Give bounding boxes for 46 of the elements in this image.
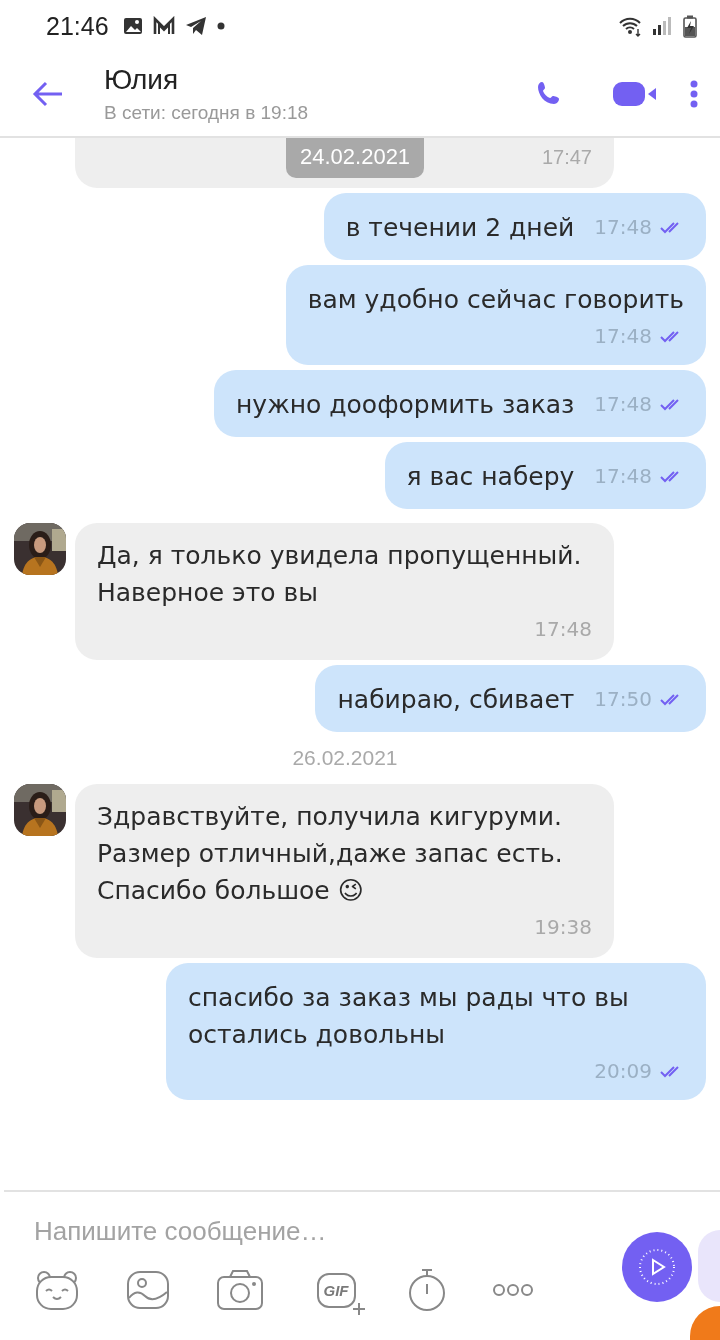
- bear-face-icon: [34, 1269, 80, 1311]
- gallery-button[interactable]: [126, 1270, 170, 1310]
- online-status: В сети: сегодня в 19:18: [104, 102, 310, 124]
- stopwatch-icon: [408, 1268, 446, 1312]
- more-icon: [492, 1283, 534, 1297]
- status-time: 21:46: [46, 11, 109, 41]
- more-options-icon: [690, 80, 698, 108]
- signal-icon: [652, 15, 672, 37]
- message-text: спасибо за заказ мы рады что вы остались довольны: [188, 982, 630, 1051]
- message-input[interactable]: Напишите сообщение…: [34, 1214, 574, 1248]
- battery-icon: [682, 14, 698, 38]
- message-time: 19:38: [534, 914, 592, 941]
- back-arrow-icon: [32, 79, 64, 109]
- play-icon: [637, 1247, 677, 1287]
- more-button[interactable]: [492, 1283, 534, 1297]
- sticker-button[interactable]: [34, 1269, 80, 1311]
- camera-icon: [216, 1269, 264, 1311]
- plus-icon: [352, 1302, 366, 1316]
- video-call-button[interactable]: [612, 80, 656, 108]
- message-text: Да, я только увидела пропущенный. Наверное это вы: [97, 540, 583, 609]
- message-time: 17:47: [541, 146, 592, 169]
- timer-button[interactable]: [408, 1268, 446, 1312]
- gif-button[interactable]: GIF: [310, 1266, 362, 1314]
- mail-icon: [152, 16, 175, 36]
- image-icon: [122, 16, 143, 36]
- message-text: я вас наберу: [406, 461, 575, 493]
- message-text: Здравствуйте, получила кигуруми. Размер отличный,даже запас есть. Спасибо большое 😉: [97, 801, 564, 907]
- image-icon: [126, 1270, 170, 1310]
- contact-name: Юлия: [104, 64, 180, 96]
- button-edge: [698, 1230, 720, 1302]
- date-separator: 26.02.2021: [292, 746, 398, 770]
- date-chip: 24.02.2021: [286, 138, 425, 178]
- back-button[interactable]: [32, 79, 64, 109]
- message-text: нужно дооформить заказ: [236, 389, 575, 421]
- video-camera-icon: [612, 80, 656, 108]
- message-text: набираю, сбивает: [337, 684, 575, 716]
- paper-plane-icon: [184, 16, 207, 36]
- gif-label: GIF: [316, 1272, 356, 1308]
- camera-button[interactable]: [216, 1269, 264, 1311]
- wifi-icon: [618, 15, 642, 37]
- dot-icon: [216, 22, 225, 30]
- message-text: вам удобно сейчас говорить: [307, 284, 684, 316]
- message-text: в течении 2 дней: [345, 212, 575, 244]
- menu-button[interactable]: [690, 80, 698, 108]
- message-time: 17:48: [534, 616, 592, 643]
- floating-badge: [690, 1306, 720, 1340]
